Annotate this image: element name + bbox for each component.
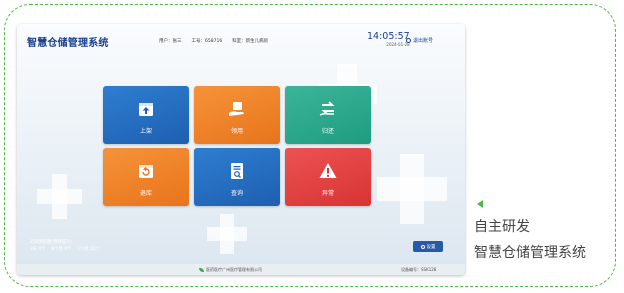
triangle-pointer-icon xyxy=(477,200,483,208)
decorative-cross xyxy=(377,154,447,224)
user-info: 用户：张三 工号：658716 科室：新生儿病房 xyxy=(159,38,268,44)
device-number: 设备编号：SSK128 xyxy=(401,267,437,272)
stats-values: 3天:0个 6个月:0个 1个月:12个 xyxy=(30,247,100,254)
employee-number: 工号：658716 xyxy=(191,39,223,44)
return-arrows-icon xyxy=(319,101,335,116)
shelf-upload-icon xyxy=(139,103,153,116)
return-stock-icon xyxy=(139,165,153,178)
settings-button[interactable]: 设置 xyxy=(413,241,443,252)
app-title: 智慧仓储管理系统 xyxy=(27,38,109,49)
clock-time: 14:05:57 xyxy=(367,31,410,42)
tile-label: 异常 xyxy=(321,190,334,197)
tile-label: 上架 xyxy=(139,128,152,135)
tile-query[interactable]: 查询 xyxy=(194,148,280,206)
tile-shelve[interactable]: 上架 xyxy=(103,86,189,144)
tile-exception[interactable]: 异常 xyxy=(285,148,371,206)
tile-return-stock[interactable]: 退库 xyxy=(103,148,189,206)
logout-label: 退出账号 xyxy=(413,38,434,44)
gear-icon xyxy=(420,244,425,249)
warning-icon xyxy=(319,163,337,178)
clock: 14:05:57 2024-01-28 xyxy=(367,32,410,48)
stat-value: 3天:0个 xyxy=(30,246,46,252)
caption-line-2: 智慧仓储管理系统 xyxy=(474,245,586,261)
decorative-cross xyxy=(37,174,82,219)
logout-button[interactable]: 退出账号 xyxy=(406,37,433,44)
tile-receive[interactable]: 领用 xyxy=(194,86,280,144)
expiry-stats: 近效期提醒(预警提示) 3天:0个 6个月:0个 1个月:12个 xyxy=(30,240,100,253)
footer: 医药医疗广州医疗管理有限公司 设备编号：SSK128 xyxy=(17,264,465,275)
receive-item-icon xyxy=(229,102,244,116)
clock-date: 2024-01-28 xyxy=(386,42,410,47)
tile-return[interactable]: 归还 xyxy=(285,86,371,144)
tile-label: 退库 xyxy=(139,190,152,197)
tile-label: 领用 xyxy=(230,128,243,135)
stat-value: 6个月:0个 xyxy=(51,246,72,252)
user-name: 用户：张三 xyxy=(159,39,182,44)
decorative-cross xyxy=(207,214,247,254)
top-bar: 智慧仓储管理系统 用户：张三 工号：658716 科室：新生儿病房 14:05:… xyxy=(17,24,465,62)
department: 科室：新生儿病房 xyxy=(232,39,269,44)
settings-label: 设置 xyxy=(426,244,436,250)
app-screen: 智慧仓储管理系统 用户：张三 工号：658716 科室：新生儿病房 14:05:… xyxy=(17,24,465,275)
search-document-icon xyxy=(231,163,243,179)
tile-label: 归还 xyxy=(321,128,334,135)
leaf-logo-icon xyxy=(199,268,204,272)
caption-line-1: 自主研发 xyxy=(474,219,530,235)
company-name: 医药医疗广州医疗管理有限公司 xyxy=(206,267,262,272)
tile-label: 查询 xyxy=(230,190,243,197)
power-icon xyxy=(406,38,411,43)
footer-company: 医药医疗广州医疗管理有限公司 xyxy=(199,267,262,273)
stat-value: 1个月:12个 xyxy=(77,246,100,252)
